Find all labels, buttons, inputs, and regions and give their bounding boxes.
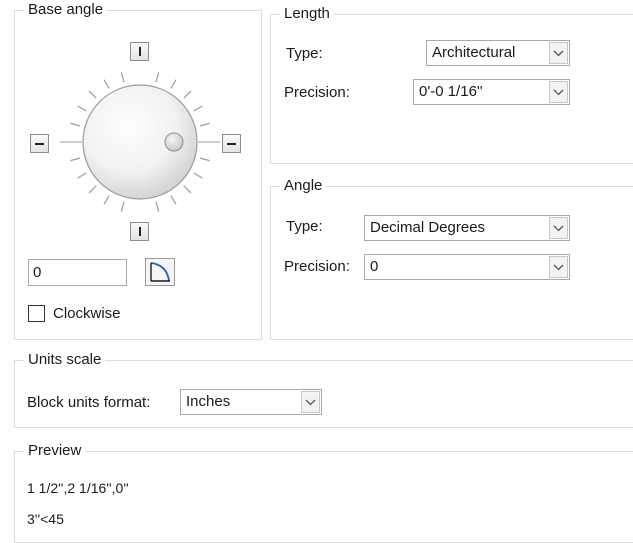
- angle-dial[interactable]: [60, 62, 220, 222]
- length-precision-select[interactable]: 0'-0 1/16'': [413, 79, 570, 105]
- base-angle-title: Base angle: [24, 1, 108, 19]
- preview-title: Preview: [24, 442, 86, 460]
- angle-type-value: Decimal Degrees: [370, 219, 486, 236]
- length-title: Length: [280, 5, 334, 23]
- dial-tick: [199, 157, 210, 162]
- chevron-down-icon[interactable]: [549, 42, 568, 64]
- dial-tick: [193, 172, 203, 179]
- angle-precision-select[interactable]: 0: [364, 254, 570, 280]
- chevron-down-icon[interactable]: [301, 391, 320, 413]
- preview-line: 1 1/2'',2 1/16'',0'': [27, 480, 129, 496]
- dial-tick: [103, 195, 110, 205]
- chevron-down-icon[interactable]: [549, 217, 568, 239]
- base-angle-input[interactable]: [28, 259, 127, 286]
- dial-tick: [120, 72, 125, 83]
- angle-west-button[interactable]: [30, 134, 49, 153]
- block-units-value: Inches: [186, 393, 231, 410]
- angle-type-label: Type:: [286, 218, 323, 235]
- pick-angle-button[interactable]: [145, 258, 175, 286]
- clockwise-label[interactable]: Clockwise: [53, 305, 121, 323]
- dial-tick: [193, 105, 203, 112]
- dial-tick: [155, 72, 160, 83]
- clockwise-checkbox[interactable]: [28, 305, 45, 322]
- angle-precision-label: Precision:: [284, 258, 350, 275]
- dial-tick: [120, 201, 125, 212]
- dial-tick: [170, 79, 177, 89]
- dial-tick: [155, 201, 160, 212]
- angle-north-button[interactable]: [130, 42, 149, 61]
- bar-horizontal-icon: [35, 143, 44, 145]
- dial-tick: [183, 90, 192, 99]
- dial-indicator[interactable]: [164, 132, 184, 152]
- preview-group: Preview: [14, 442, 633, 543]
- length-type-select[interactable]: Architectural: [426, 40, 570, 66]
- units-scale-title: Units scale: [24, 351, 106, 369]
- length-type-value: Architectural: [432, 44, 516, 61]
- dial-tick: [199, 122, 210, 127]
- dial-tick: [103, 79, 110, 89]
- dial-tick: [88, 185, 97, 194]
- chevron-down-icon[interactable]: [549, 81, 568, 103]
- bar-horizontal-icon: [227, 143, 236, 145]
- length-precision-label: Precision:: [284, 84, 350, 101]
- dial-tick: [77, 172, 87, 179]
- angle-east-button[interactable]: [222, 134, 241, 153]
- preview-line: 3''<45: [27, 511, 64, 527]
- chevron-down-icon[interactable]: [549, 256, 568, 278]
- angle-precision-value: 0: [370, 258, 379, 275]
- bar-vertical-icon: [139, 47, 141, 56]
- pick-angle-icon: [150, 262, 170, 282]
- angle-type-select[interactable]: Decimal Degrees: [364, 215, 570, 241]
- length-type-label: Type:: [286, 45, 323, 62]
- dial-tick: [70, 157, 81, 162]
- dial-tick: [170, 195, 177, 205]
- dial-tick: [88, 90, 97, 99]
- bar-vertical-icon: [139, 227, 141, 236]
- angle-title: Angle: [280, 177, 327, 195]
- block-units-label: Block units format:: [27, 394, 151, 411]
- block-units-select[interactable]: Inches: [180, 389, 322, 415]
- dial-tick: [183, 185, 192, 194]
- dial-tick: [77, 105, 87, 112]
- angle-south-button[interactable]: [130, 222, 149, 241]
- length-precision-value: 0'-0 1/16'': [419, 83, 483, 100]
- dial-tick: [70, 122, 81, 127]
